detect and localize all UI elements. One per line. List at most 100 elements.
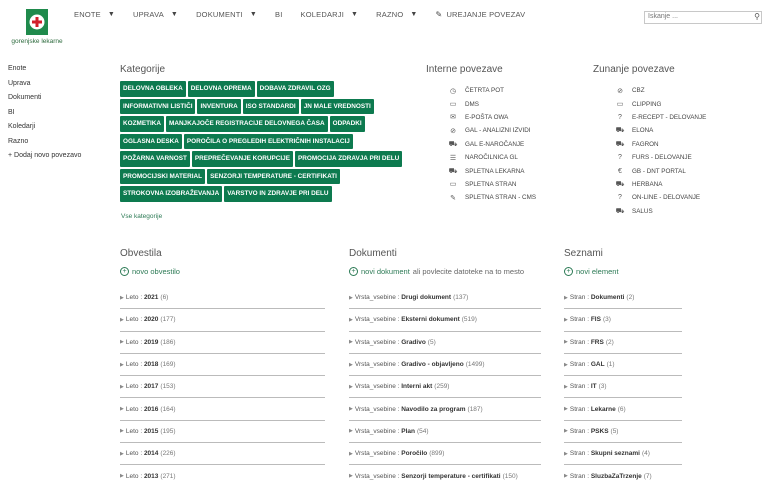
group-row[interactable]: ▶ Stran : IT (3) xyxy=(564,376,682,399)
link-item[interactable]: ▭ SPLETNA STRAN xyxy=(448,178,536,191)
link-item[interactable]: ▭ DMS xyxy=(448,97,536,110)
group-row[interactable]: ▶ Vrsta_vsebine : Poročilo (899) xyxy=(349,443,541,466)
category-tag[interactable]: POROČILA O PREGLEDIH ELEKTRIČNIH INSTALA… xyxy=(183,133,353,149)
group-row[interactable]: ▶ Leto : 2013 (271) xyxy=(120,465,325,482)
nav-razno[interactable]: RAZNO ▼ xyxy=(376,10,417,19)
group-row[interactable]: ▶ Stran : FRS (2) xyxy=(564,332,682,354)
quick-link-koledarji[interactable]: Koledarji xyxy=(8,123,81,138)
category-tag[interactable]: STROKOVNA IZOBRAŽEVANJA xyxy=(120,186,223,202)
quick-link-bi[interactable]: BI xyxy=(8,109,81,124)
link-item[interactable]: ? ON-LINE - DELOVANJE xyxy=(615,191,706,204)
category-tag[interactable]: POŽARNA VARNOST xyxy=(120,151,190,167)
category-tag[interactable]: SENZORJI TEMPERATURE - CERTIFIKATI xyxy=(207,168,340,184)
search-input[interactable]: Iskanje ... xyxy=(648,13,678,20)
group-row[interactable]: ▶ Vrsta_vsebine : Interni akt (259) xyxy=(349,376,541,399)
group-row[interactable]: ▶ Stran : PSKS (5) xyxy=(564,421,682,444)
expand-triangle-icon[interactable]: ▶ xyxy=(349,339,353,345)
link-item[interactable]: ⛟ FAGRON xyxy=(615,138,706,151)
category-tag[interactable]: PREPREČEVANJE KORUPCIJE xyxy=(191,151,293,167)
link-item[interactable]: ☰ NAROČILNICA GL xyxy=(448,151,536,164)
expand-triangle-icon[interactable]: ▶ xyxy=(120,295,124,301)
link-item[interactable]: ◷ ČETRTA POT xyxy=(448,84,536,97)
link-item[interactable]: ? FURS - DELOVANJE xyxy=(615,151,706,164)
link-item[interactable]: ⛟ HERBANA xyxy=(615,178,706,191)
expand-triangle-icon[interactable]: ▶ xyxy=(564,428,568,434)
category-tag[interactable]: JN MALE VREDNOSTI xyxy=(300,98,374,114)
expand-triangle-icon[interactable]: ▶ xyxy=(349,295,353,301)
link-item[interactable]: ⛟ ELONA xyxy=(615,124,706,137)
expand-triangle-icon[interactable]: ▶ xyxy=(564,384,568,390)
link-item[interactable]: ⊘ CBZ xyxy=(615,84,706,97)
expand-triangle-icon[interactable]: ▶ xyxy=(349,317,353,323)
group-row[interactable]: ▶ Stran : SluzbaZaTrzenje (7) xyxy=(564,465,682,482)
link-item[interactable]: € GB - DNT PORTAL xyxy=(615,164,706,177)
category-tag[interactable]: OGLASNA DESKA xyxy=(120,133,182,149)
group-row[interactable]: ▶ Leto : 2015 (195) xyxy=(120,421,325,444)
expand-triangle-icon[interactable]: ▶ xyxy=(349,451,353,457)
expand-triangle-icon[interactable]: ▶ xyxy=(564,473,568,479)
expand-triangle-icon[interactable]: ▶ xyxy=(564,451,568,457)
expand-triangle-icon[interactable]: ▶ xyxy=(564,317,568,323)
expand-triangle-icon[interactable]: ▶ xyxy=(120,384,124,390)
link-item[interactable]: ▭ CLIPPING xyxy=(615,97,706,110)
category-tag[interactable]: INVENTURA xyxy=(197,98,241,114)
all-categories-link[interactable]: Vse kategorije xyxy=(121,213,162,220)
group-row[interactable]: ▶ Leto : 2021 (6) xyxy=(120,287,325,310)
new-document-button[interactable]: + novi dokument ali povlecite datoteke n… xyxy=(349,267,524,276)
add-link-button[interactable]: + Dodaj novo povezavo xyxy=(8,152,81,167)
group-row[interactable]: ▶ Leto : 2019 (186) xyxy=(120,332,325,354)
expand-triangle-icon[interactable]: ▶ xyxy=(349,473,353,479)
nav-uprava[interactable]: UPRAVA ▼ xyxy=(133,10,178,19)
group-row[interactable]: ▶ Vrsta_vsebine : Gradivo - objavljeno (14… xyxy=(349,354,541,377)
quick-link-uprava[interactable]: Uprava xyxy=(8,80,81,95)
category-tag[interactable]: VARSTVO IN ZDRAVJE PRI DELU xyxy=(224,186,332,202)
category-tag[interactable]: DELOVNA OBLEKA xyxy=(120,81,186,97)
expand-triangle-icon[interactable]: ▶ xyxy=(120,473,124,479)
expand-triangle-icon[interactable]: ▶ xyxy=(349,406,353,412)
group-row[interactable]: ▶ Leto : 2016 (164) xyxy=(120,398,325,421)
group-row[interactable]: ▶ Vrsta_vsebine : Drugi dokument (137) xyxy=(349,287,541,310)
group-row[interactable]: ▶ Stran : Lekarne (6) xyxy=(564,398,682,421)
category-tag[interactable]: ODPADKI xyxy=(329,116,365,132)
expand-triangle-icon[interactable]: ▶ xyxy=(349,384,353,390)
expand-triangle-icon[interactable]: ▶ xyxy=(564,295,568,301)
link-item[interactable]: ✉ E-POŠTA OWA xyxy=(448,111,536,124)
category-tag[interactable]: DELOVNA OPREMA xyxy=(187,81,255,97)
expand-triangle-icon[interactable]: ▶ xyxy=(349,428,353,434)
expand-triangle-icon[interactable]: ▶ xyxy=(120,362,124,368)
quick-link-enote[interactable]: Enote xyxy=(8,65,81,80)
group-row[interactable]: ▶ Stran : Skupni seznami (4) xyxy=(564,443,682,466)
logo[interactable]: gorenjske lekarne xyxy=(6,8,68,48)
group-row[interactable]: ▶ Leto : 2017 (153) xyxy=(120,376,325,399)
group-row[interactable]: ▶ Vrsta_vsebine : Eksterni dokument (519) xyxy=(349,309,541,332)
expand-triangle-icon[interactable]: ▶ xyxy=(120,428,124,434)
group-row[interactable]: ▶ Vrsta_vsebine : Plan (54) xyxy=(349,421,541,444)
group-row[interactable]: ▶ Stran : GAL (1) xyxy=(564,354,682,377)
link-item[interactable]: ⛟ SPLETNA LEKARNA xyxy=(448,164,536,177)
group-row[interactable]: ▶ Vrsta_vsebine : Navodilo za program (187… xyxy=(349,398,541,421)
link-item[interactable]: ⛟ SALUS xyxy=(615,205,706,218)
group-row[interactable]: ▶ Leto : 2020 (177) xyxy=(120,309,325,332)
group-row[interactable]: ▶ Leto : 2014 (226) xyxy=(120,443,325,466)
nav-dokumenti[interactable]: DOKUMENTI ▼ xyxy=(196,10,257,19)
category-tag[interactable]: ISO STANDARDI xyxy=(242,98,299,114)
new-announcement-button[interactable]: + novo obvestilo xyxy=(120,267,180,276)
expand-triangle-icon[interactable]: ▶ xyxy=(564,362,568,368)
expand-triangle-icon[interactable]: ▶ xyxy=(120,317,124,323)
expand-triangle-icon[interactable]: ▶ xyxy=(564,406,568,412)
group-row[interactable]: ▶ Vrsta_vsebine : Gradivo (5) xyxy=(349,332,541,354)
nav-bi[interactable]: BI xyxy=(275,10,283,19)
expand-triangle-icon[interactable]: ▶ xyxy=(120,339,124,345)
category-tag[interactable]: KOZMETIKA xyxy=(120,116,164,132)
expand-triangle-icon[interactable]: ▶ xyxy=(120,451,124,457)
link-item[interactable]: ⊘ GAL - ANALIZNI IZVIDI xyxy=(448,124,536,137)
group-row[interactable]: ▶ Vrsta_vsebine : Senzorji temperature - … xyxy=(349,465,541,482)
category-tag[interactable]: PROMOCIJSKI MATERIAL xyxy=(120,168,206,184)
search-icon[interactable]: ⚲ xyxy=(754,12,760,21)
search-box[interactable]: Iskanje ... ⚲ xyxy=(644,11,762,24)
category-tag[interactable]: MANJKAJOČE REGISTRACIJE DELOVNEGA ČASA xyxy=(166,116,328,132)
group-row[interactable]: ▶ Stran : Dokumenti (2) xyxy=(564,287,682,310)
group-row[interactable]: ▶ Leto : 2018 (169) xyxy=(120,354,325,377)
link-item[interactable]: ✎ SPLETNA STRAN - CMS xyxy=(448,191,536,204)
category-tag[interactable]: DOBAVA ZDRAVIL OZG xyxy=(256,81,334,97)
